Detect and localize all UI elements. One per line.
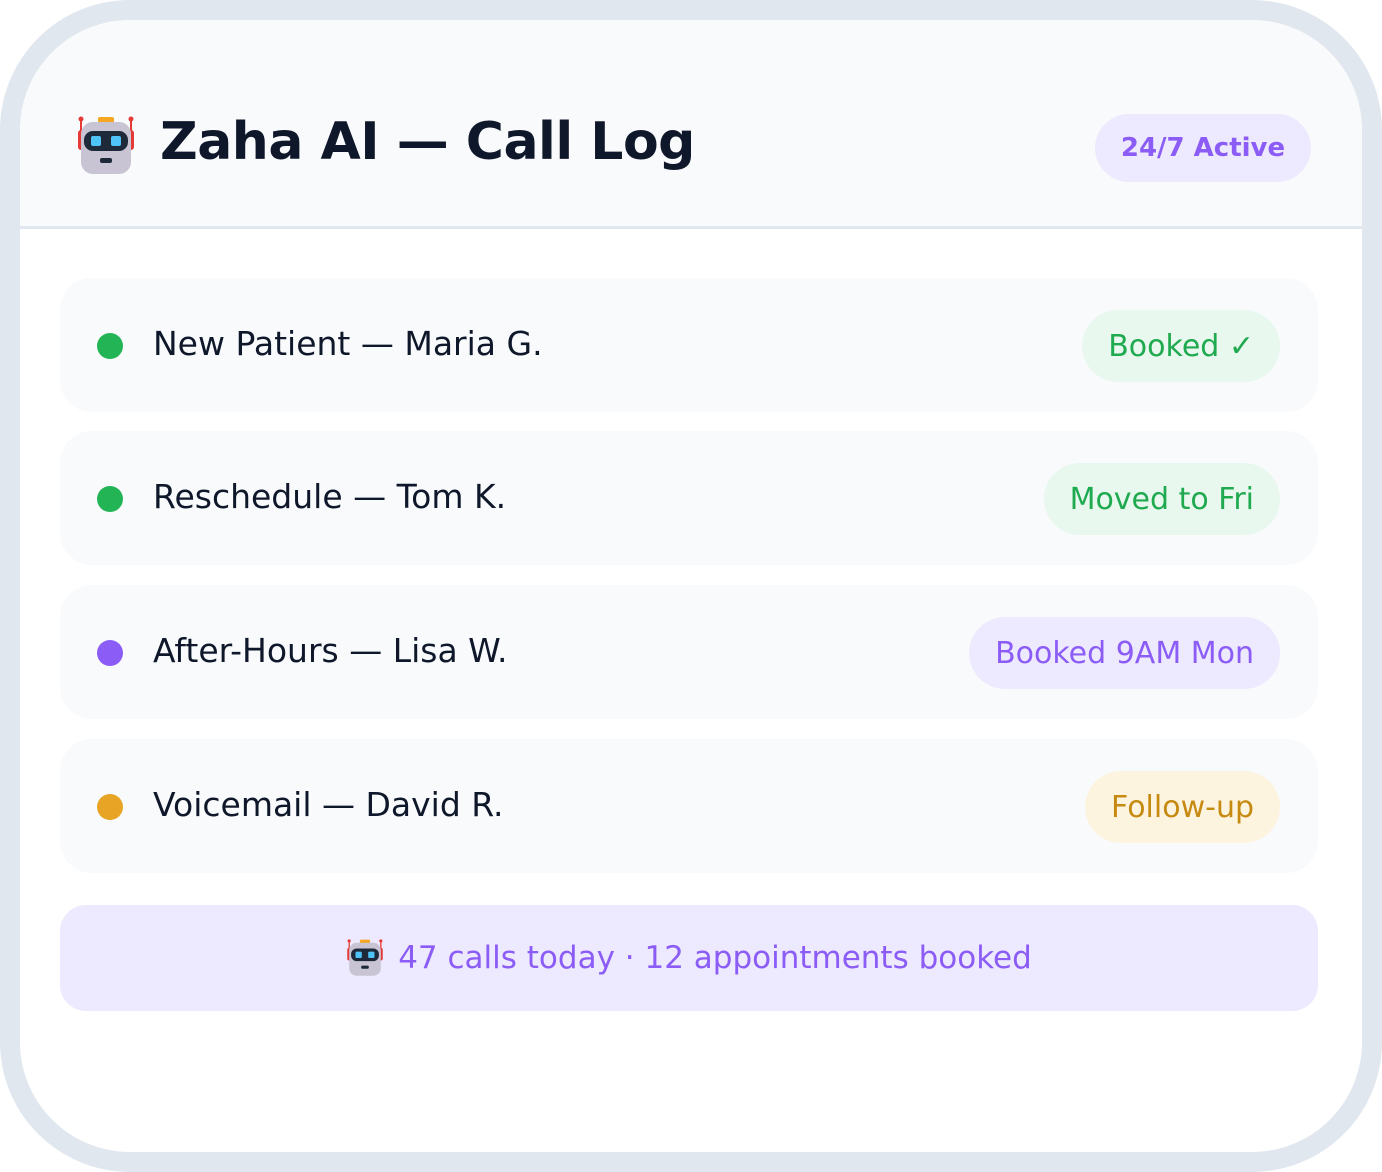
status-dot xyxy=(97,486,123,512)
call-status-badge: Booked ✓ xyxy=(1082,310,1280,382)
card-header: Zaha AI — Call Log 24/7 Active xyxy=(20,20,1362,229)
summary-text: 47 calls today · 12 appointments booked xyxy=(398,940,1032,976)
status-badge: 24/7 Active xyxy=(1095,114,1311,182)
call-row[interactable]: After-Hours — Lisa W. Booked 9AM Mon xyxy=(60,585,1318,719)
call-status-badge: Moved to Fri xyxy=(1043,463,1280,535)
call-label: After-Hours — Lisa W. xyxy=(153,631,508,670)
call-label: New Patient — Maria G. xyxy=(153,324,543,363)
summary-banner: 47 calls today · 12 appointments booked xyxy=(60,905,1318,1011)
call-status-badge: Follow-up xyxy=(1085,771,1280,843)
call-label: Reschedule — Tom K. xyxy=(153,477,507,516)
call-status-badge: Booked 9AM Mon xyxy=(969,617,1280,689)
status-dot xyxy=(97,640,123,666)
status-dot xyxy=(97,333,123,359)
page-title: Zaha AI — Call Log xyxy=(160,112,695,172)
call-label: Voicemail — David R. xyxy=(153,785,504,824)
robot-icon xyxy=(347,939,383,976)
robot-icon xyxy=(78,116,134,174)
call-log-card: Zaha AI — Call Log 24/7 Active New Patie… xyxy=(0,0,1382,1172)
call-row[interactable]: Reschedule — Tom K. Moved to Fri xyxy=(60,431,1318,565)
status-dot xyxy=(97,794,123,820)
call-row[interactable]: New Patient — Maria G. Booked ✓ xyxy=(60,278,1318,412)
call-row[interactable]: Voicemail — David R. Follow-up xyxy=(60,739,1318,873)
